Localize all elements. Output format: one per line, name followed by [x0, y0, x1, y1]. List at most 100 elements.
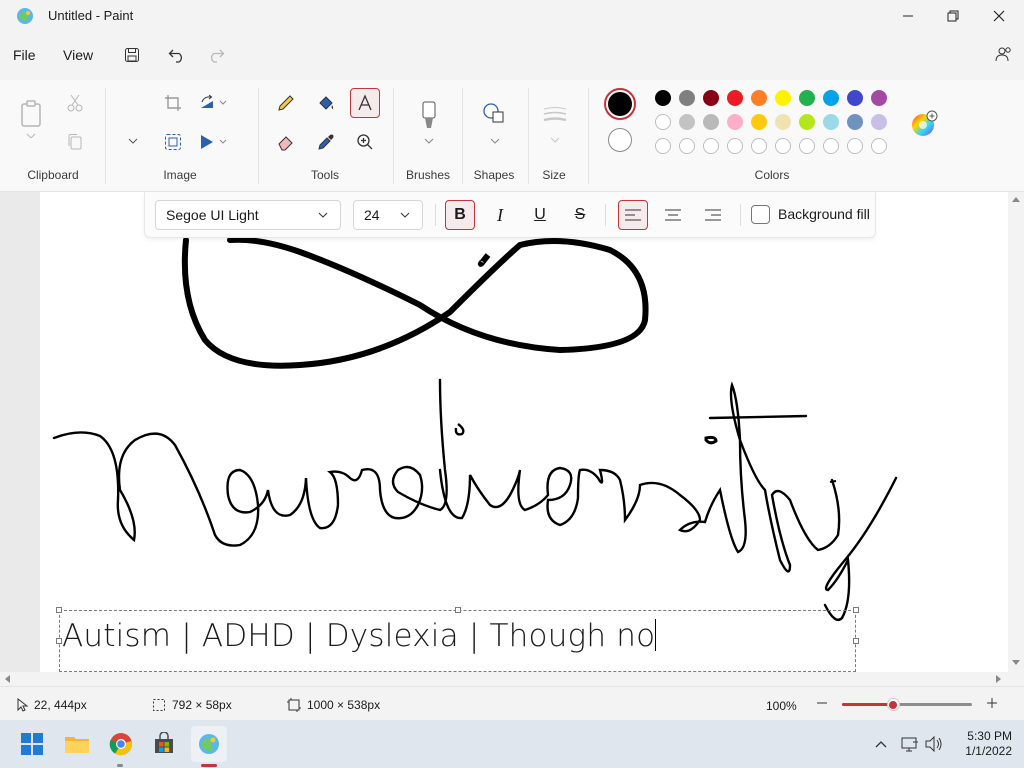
custom-color-slot[interactable]	[727, 138, 743, 154]
palette-swatch[interactable]	[775, 114, 791, 130]
magnifier-tool[interactable]	[350, 127, 380, 157]
drawing-canvas[interactable]	[40, 192, 1008, 672]
redo-button[interactable]	[202, 41, 230, 69]
group-label-tools: Tools	[310, 168, 339, 182]
chrome-button[interactable]	[103, 726, 139, 762]
palette-swatch[interactable]	[847, 114, 863, 130]
resize-button[interactable]	[158, 127, 188, 157]
underline-button[interactable]: U	[525, 200, 555, 230]
crop-icon	[165, 95, 181, 111]
volume-button[interactable]	[922, 726, 946, 762]
align-left-button[interactable]	[618, 200, 648, 230]
file-menu[interactable]: File	[13, 47, 36, 63]
custom-color-slot[interactable]	[679, 138, 695, 154]
start-button[interactable]	[14, 726, 50, 762]
show-hidden-icons-button[interactable]	[866, 726, 896, 762]
palette-swatch[interactable]	[871, 114, 887, 130]
redo-icon	[210, 49, 225, 63]
crop-button[interactable]	[158, 88, 188, 118]
resize-handle[interactable]	[56, 607, 62, 613]
save-button[interactable]	[118, 41, 146, 69]
palette-swatch[interactable]	[751, 90, 767, 106]
minimize-button[interactable]	[885, 0, 931, 32]
vertical-scrollbar[interactable]	[1008, 192, 1024, 686]
custom-color-slot[interactable]	[751, 138, 767, 154]
background-fill-checkbox[interactable]	[751, 205, 770, 224]
custom-color-slot[interactable]	[655, 138, 671, 154]
palette-swatch[interactable]	[703, 90, 719, 106]
custom-color-slot[interactable]	[775, 138, 791, 154]
system-clock[interactable]: 5:30 PM 1/1/2022	[952, 729, 1012, 759]
fill-tool[interactable]	[311, 88, 341, 118]
palette-swatch[interactable]	[823, 90, 839, 106]
resize-handle[interactable]	[853, 607, 859, 613]
font-size-select[interactable]: 24	[353, 200, 423, 230]
text-a-icon	[358, 94, 372, 111]
zoom-out-button[interactable]	[814, 695, 830, 711]
palette-swatch[interactable]	[703, 114, 719, 130]
palette-swatch[interactable]	[727, 90, 743, 106]
align-right-button[interactable]	[698, 200, 728, 230]
custom-color-slot[interactable]	[703, 138, 719, 154]
strikethrough-button[interactable]: S	[565, 200, 595, 230]
bold-button[interactable]: B	[445, 200, 475, 230]
resize-handle[interactable]	[455, 607, 461, 613]
color-picker-tool[interactable]	[311, 127, 341, 157]
font-family-select[interactable]: Segoe UI Light	[155, 200, 341, 230]
brushes-button[interactable]	[418, 100, 440, 149]
primary-color[interactable]	[604, 88, 636, 120]
resize-handle[interactable]	[853, 638, 859, 644]
paste-button[interactable]	[18, 98, 46, 143]
italic-button[interactable]: I	[485, 200, 515, 230]
pencil-tool[interactable]	[271, 88, 301, 118]
palette-swatch[interactable]	[847, 90, 863, 106]
palette-swatch[interactable]	[655, 114, 671, 130]
secondary-color[interactable]	[608, 128, 632, 152]
palette-swatch[interactable]	[799, 90, 815, 106]
palette-swatch[interactable]	[775, 90, 791, 106]
restore-icon	[947, 10, 959, 22]
zoom-in-button[interactable]	[984, 695, 1000, 711]
size-button[interactable]	[542, 106, 568, 149]
palette-swatch[interactable]	[751, 114, 767, 130]
palette-swatch[interactable]	[799, 114, 815, 130]
text-box-content[interactable]: Autism | ADHD | Dyslexia | Though no	[62, 618, 657, 654]
flip-button[interactable]	[198, 127, 228, 157]
align-center-icon	[665, 209, 681, 221]
active-app-indicator	[201, 764, 217, 767]
paint-taskbar-button[interactable]	[191, 726, 227, 762]
maximize-button[interactable]	[930, 0, 976, 32]
palette-swatch[interactable]	[727, 114, 743, 130]
palette-swatch[interactable]	[871, 90, 887, 106]
network-button[interactable]	[898, 726, 922, 762]
select-dropdown[interactable]	[118, 126, 148, 156]
view-menu[interactable]: View	[63, 47, 93, 63]
palette-swatch[interactable]	[679, 90, 695, 106]
eraser-tool[interactable]	[271, 127, 301, 157]
palette-swatch[interactable]	[823, 114, 839, 130]
store-icon	[155, 732, 173, 753]
account-button[interactable]	[990, 40, 1018, 68]
file-explorer-button[interactable]	[59, 726, 95, 762]
custom-color-slot[interactable]	[871, 138, 887, 154]
align-center-button[interactable]	[658, 200, 688, 230]
custom-color-slot[interactable]	[847, 138, 863, 154]
store-button[interactable]	[146, 726, 182, 762]
palette-swatch[interactable]	[655, 90, 671, 106]
palette-swatch[interactable]	[679, 114, 695, 130]
zoom-slider[interactable]	[842, 698, 972, 711]
cut-button[interactable]	[60, 88, 90, 118]
horizontal-scrollbar[interactable]	[0, 672, 1008, 686]
copy-button[interactable]	[60, 127, 90, 157]
custom-color-slot[interactable]	[799, 138, 815, 154]
close-button[interactable]	[976, 0, 1022, 32]
shapes-icon	[483, 103, 504, 144]
canvas-size: 1000 × 538px	[287, 698, 380, 712]
rotate-button[interactable]	[198, 88, 228, 118]
text-tool[interactable]	[350, 88, 380, 118]
edit-colors-button[interactable]	[910, 110, 938, 143]
zoom-slider-thumb[interactable]	[886, 698, 900, 711]
shapes-button[interactable]	[482, 102, 508, 149]
custom-color-slot[interactable]	[823, 138, 839, 154]
undo-button[interactable]	[163, 41, 191, 69]
